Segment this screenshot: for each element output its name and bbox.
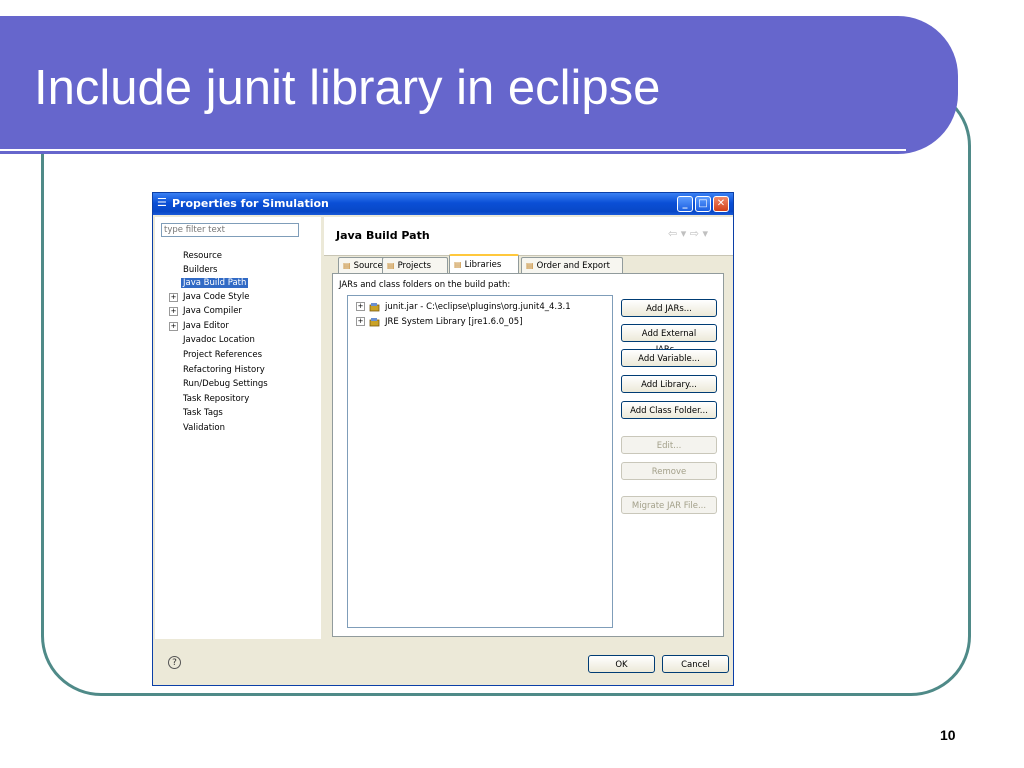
tab-projects[interactable]: ▤ Projects	[382, 257, 448, 273]
tree-item[interactable]: Task Repository	[181, 392, 251, 406]
tree-item[interactable]: + Java Code Style	[169, 290, 251, 304]
help-icon[interactable]: ?	[168, 656, 181, 669]
tree-item-label: Project References	[183, 350, 263, 360]
tree-item-label: Refactoring History	[183, 365, 265, 375]
tree-item-label: Resource	[183, 251, 222, 261]
back-arrow-icon[interactable]: ⇦ ▾	[668, 227, 686, 240]
add-jars-button[interactable]: Add JARs...	[621, 299, 717, 317]
add-external-jars-button[interactable]: Add External JARs...	[621, 324, 717, 355]
page-title: Java Build Path	[336, 229, 430, 242]
tab-label: Libraries	[464, 260, 502, 270]
tree-item-label: Java Code Style	[183, 292, 250, 302]
tree-item-label: Java Build Path	[181, 278, 249, 288]
title-underline	[0, 149, 906, 151]
tree-item-label: Java Compiler	[183, 306, 242, 316]
tree-item-label: Java Editor	[183, 321, 229, 331]
projects-folder-icon: ▤	[387, 261, 395, 270]
tree-item-label: Run/Debug Settings	[183, 379, 268, 389]
tree-item[interactable]: + Java Compiler	[169, 304, 244, 318]
remove-button[interactable]: Remove	[621, 462, 717, 480]
tab-libraries[interactable]: ▤ Libraries	[449, 254, 519, 274]
title-banner: Include junit library in eclipse	[0, 16, 958, 154]
tree-item-label: Validation	[183, 423, 225, 433]
ok-button[interactable]: OK	[588, 655, 655, 673]
pane-divider[interactable]	[321, 217, 323, 641]
migrate-jar-file-button[interactable]: Migrate JAR File...	[621, 496, 717, 514]
tree-item[interactable]: Task Tags	[181, 406, 225, 420]
cancel-button[interactable]: Cancel	[662, 655, 729, 673]
tab-label: Projects	[397, 261, 432, 271]
tree-item[interactable]: Run/Debug Settings	[181, 377, 270, 391]
tree-item[interactable]: + Java Editor	[169, 319, 231, 333]
maximize-button[interactable]: □	[695, 196, 711, 212]
libraries-panel: JARs and class folders on the build path…	[332, 273, 724, 637]
history-nav[interactable]: ⇦ ▾ ⇨ ▾	[668, 227, 708, 240]
preference-nav-pane: ResourceBuildersJava Build Path+Java Cod…	[155, 217, 321, 639]
dialog-title: Properties for Simulation	[172, 197, 329, 210]
close-button[interactable]: ✕	[713, 196, 729, 212]
tab-order-and-export[interactable]: ▤ Order and Export	[521, 257, 623, 273]
tree-item-label: Builders	[183, 265, 218, 275]
expand-icon[interactable]: +	[169, 293, 178, 302]
add-variable-button[interactable]: Add Variable...	[621, 349, 717, 367]
tab-label: Order and Export	[536, 261, 610, 271]
tree-item-label: Task Repository	[183, 394, 250, 404]
library-row[interactable]: + JRE System Library [jre1.6.0_05]	[356, 315, 523, 329]
expand-icon[interactable]: +	[169, 307, 178, 316]
library-label: junit.jar - C:\eclipse\plugins\org.junit…	[385, 302, 571, 312]
tree-item-label: Javadoc Location	[183, 335, 255, 345]
expand-icon[interactable]: +	[169, 322, 178, 331]
library-row[interactable]: + junit.jar - C:\eclipse\plugins\org.juni…	[356, 300, 571, 314]
add-class-folder-button[interactable]: Add Class Folder...	[621, 401, 717, 419]
eclipse-icon: ☰	[157, 196, 167, 209]
add-library-button[interactable]: Add Library...	[621, 375, 717, 393]
library-icon	[369, 317, 381, 327]
library-list[interactable]: + junit.jar - C:\eclipse\plugins\org.juni…	[347, 295, 613, 628]
tree-item[interactable]: Refactoring History	[181, 363, 267, 377]
source-folder-icon: ▤	[343, 261, 351, 270]
page-header: Java Build Path ⇦ ▾ ⇨ ▾	[324, 217, 733, 256]
tree-item[interactable]: Validation	[181, 421, 227, 435]
properties-dialog: ☰ Properties for Simulation _ □ ✕ Resour…	[152, 192, 734, 686]
slide-number: 10	[940, 727, 956, 743]
tree-item[interactable]: Project References	[181, 348, 264, 362]
tree-item[interactable]: Java Build Path	[181, 276, 249, 290]
panel-label: JARs and class folders on the build path…	[339, 280, 511, 290]
slide-title: Include junit library in eclipse	[34, 61, 661, 115]
tree-item[interactable]: Builders	[181, 263, 220, 277]
forward-arrow-icon[interactable]: ⇨ ▾	[690, 227, 708, 240]
tree-item[interactable]: Resource	[181, 249, 224, 263]
tree-item[interactable]: Javadoc Location	[181, 333, 257, 347]
tab-label: Source	[353, 261, 383, 271]
libraries-icon: ▤	[454, 260, 462, 269]
tree-item-label: Task Tags	[183, 408, 223, 418]
dialog-footer: ? OK Cancel	[154, 642, 732, 684]
minimize-button[interactable]: _	[677, 196, 693, 212]
filter-input[interactable]	[161, 223, 299, 237]
jar-icon	[369, 302, 381, 312]
edit-button[interactable]: Edit...	[621, 436, 717, 454]
order-export-icon: ▤	[526, 261, 534, 270]
expand-icon[interactable]: +	[356, 302, 365, 311]
dialog-titlebar[interactable]: ☰ Properties for Simulation _ □ ✕	[153, 193, 733, 215]
expand-icon[interactable]: +	[356, 317, 365, 326]
library-label: JRE System Library [jre1.6.0_05]	[385, 317, 523, 327]
